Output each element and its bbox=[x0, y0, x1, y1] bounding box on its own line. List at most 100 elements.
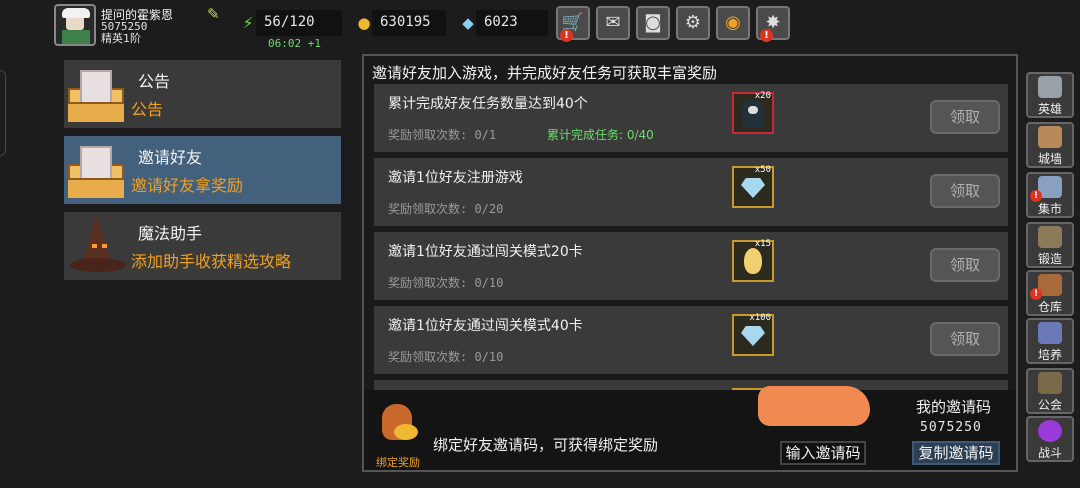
sidebar-item-train[interactable]: 培养 bbox=[1026, 318, 1074, 364]
sidebar-item-forge[interactable]: 锻造 bbox=[1026, 222, 1074, 268]
copy-code-button[interactable]: 复制邀请码 bbox=[912, 441, 1000, 465]
task-row: 邀请1位好友通过闯关模式40卡 奖励领取次数: 0/10 x100 领取 bbox=[374, 306, 1008, 374]
sidebar-item-guild[interactable]: 公会 bbox=[1026, 368, 1074, 414]
lightning-icon: ⚡ bbox=[242, 14, 254, 32]
color-wheel-icon: ◉ bbox=[725, 12, 741, 33]
claim-button[interactable]: 领取 bbox=[930, 248, 1000, 282]
task-claim-count: 奖励领取次数: 0/10 bbox=[388, 276, 504, 290]
skull-icon bbox=[742, 100, 764, 128]
reward-quantity: x100 bbox=[749, 313, 771, 323]
portal-icon bbox=[1038, 420, 1062, 442]
task-progress: 累计完成任务: 0/40 bbox=[547, 128, 654, 142]
sidebar-item-label: 仓库 bbox=[1037, 300, 1062, 314]
sidebar-item-wall[interactable]: 城墙 bbox=[1026, 122, 1074, 168]
coin-icon: ● bbox=[357, 14, 371, 32]
envelope-icon bbox=[68, 66, 126, 122]
reward-quantity: x15 bbox=[754, 239, 771, 249]
menu-item-title: 魔法助手 bbox=[138, 224, 203, 243]
task-description: 累计完成好友任务数量达到40个 bbox=[388, 96, 588, 112]
menu-item-title: 邀请好友 bbox=[138, 148, 203, 167]
anvil-icon bbox=[1038, 226, 1062, 248]
menu-item-subtitle: 添加助手收获精选攻略 bbox=[131, 252, 292, 271]
alert-badge: ! bbox=[560, 29, 573, 42]
sidebar-item-label: 锻造 bbox=[1037, 252, 1062, 266]
reward-item[interactable]: x20 bbox=[732, 91, 774, 134]
menu-item-subtitle: 公告 bbox=[131, 100, 164, 119]
mail-icon: ✉ bbox=[605, 12, 621, 33]
sidebar-item-label: 培养 bbox=[1037, 348, 1062, 362]
helmet-icon bbox=[1038, 76, 1062, 98]
redaction-mark bbox=[758, 386, 870, 426]
player-rank: 精英1阶 bbox=[101, 32, 141, 45]
top-bar: 提问的霍紫恩 5075250 精英1阶 ✎ ⚡ 56/120 06:02 +1 … bbox=[0, 0, 1080, 54]
gamepad-icon: ◙ bbox=[644, 12, 662, 33]
task-description: 邀请1位好友通过闯关模式20卡 bbox=[388, 244, 583, 260]
envelope-icon bbox=[68, 142, 126, 198]
energy-counter: ⚡ 56/120 bbox=[243, 10, 342, 36]
gold-counter: ● 630195 bbox=[357, 10, 446, 36]
sidebar-item-label: 城墙 bbox=[1037, 152, 1062, 166]
sidebar-item-hero[interactable]: 英雄 bbox=[1026, 72, 1074, 118]
bag-label: 绑定奖励 bbox=[376, 456, 420, 469]
wall-icon bbox=[1038, 126, 1062, 148]
mail-button[interactable]: ✉ bbox=[596, 6, 630, 40]
task-claim-count: 奖励领取次数: 0/1 bbox=[388, 128, 497, 142]
avatar[interactable] bbox=[54, 4, 96, 46]
settings-button[interactable]: ⚙ bbox=[676, 6, 710, 40]
diamond-icon bbox=[741, 326, 765, 346]
reward-quantity: x50 bbox=[754, 165, 771, 175]
edit-icon[interactable]: ✎ bbox=[207, 6, 223, 22]
reward-item[interactable]: x15 bbox=[732, 239, 774, 282]
menu-item-subtitle: 邀请好友拿奖励 bbox=[131, 176, 244, 195]
menu-item-announcement[interactable]: 公告 公告 bbox=[64, 60, 341, 128]
guild-icon bbox=[1038, 372, 1062, 394]
menu-item-title: 公告 bbox=[138, 72, 171, 91]
chalice-icon bbox=[1038, 322, 1062, 344]
reward-item[interactable]: x50 bbox=[732, 165, 774, 208]
panel-title: 邀请好友加入游戏，并完成好友任务可获取丰富奖励 bbox=[372, 64, 718, 82]
sidebar-item-battle[interactable]: 战斗 bbox=[1026, 416, 1074, 462]
sidebar-item-label: 战斗 bbox=[1037, 446, 1062, 460]
task-row bbox=[374, 380, 1008, 390]
alert-badge: ! bbox=[760, 29, 773, 42]
task-description: 邀请1位好友通过闯关模式40卡 bbox=[388, 318, 583, 334]
sidebar-item-market[interactable]: ! 集市 bbox=[1026, 172, 1074, 218]
enter-code-button[interactable]: 输入邀请码 bbox=[780, 441, 866, 465]
task-row: 邀请1位好友通过闯关模式20卡 奖励领取次数: 0/10 x15 领取 bbox=[374, 232, 1008, 300]
reward-bag-icon[interactable] bbox=[376, 400, 426, 452]
shop-button[interactable]: 🛒 ! bbox=[556, 6, 590, 42]
bind-description: 绑定好友邀请码，可获得绑定奖励 bbox=[433, 436, 659, 454]
side-handle[interactable] bbox=[0, 70, 6, 156]
my-code-value: 5075250 bbox=[920, 420, 982, 435]
task-claim-count: 奖励领取次数: 0/20 bbox=[388, 202, 504, 216]
sidebar-item-label: 集市 bbox=[1037, 202, 1062, 216]
menu-item-magic-assistant[interactable]: 魔法助手 添加助手收获精选攻略 bbox=[64, 212, 341, 280]
wizard-hat-icon bbox=[68, 214, 128, 278]
claim-button[interactable]: 领取 bbox=[930, 322, 1000, 356]
menu-item-invite-friends[interactable]: 邀请好友 邀请好友拿奖励 bbox=[64, 136, 341, 204]
color-button[interactable]: ◉ bbox=[716, 6, 750, 40]
sidebar-item-label: 英雄 bbox=[1037, 102, 1062, 116]
gem-counter: ◆ 6023 bbox=[462, 10, 548, 36]
sidebar-item-label: 公会 bbox=[1037, 398, 1062, 412]
diamond-icon bbox=[741, 178, 765, 198]
reward-quantity: x20 bbox=[754, 91, 771, 101]
egg-icon bbox=[744, 248, 762, 274]
gear-icon: ⚙ bbox=[684, 12, 702, 33]
task-description: 邀请1位好友注册游戏 bbox=[388, 170, 523, 186]
energy-timer: 06:02 +1 bbox=[268, 37, 321, 50]
reward-item[interactable]: x100 bbox=[732, 313, 774, 356]
gem-value: 6023 bbox=[484, 14, 518, 30]
energy-value: 56/120 bbox=[264, 14, 315, 30]
task-claim-count: 奖励领取次数: 0/10 bbox=[388, 350, 504, 364]
task-list[interactable]: 累计完成好友任务数量达到40个 奖励领取次数: 0/1 累计完成任务: 0/40… bbox=[374, 84, 1008, 390]
sidebar-item-warehouse[interactable]: ! 仓库 bbox=[1026, 270, 1074, 316]
task-row: 累计完成好友任务数量达到40个 奖励领取次数: 0/1 累计完成任务: 0/40… bbox=[374, 84, 1008, 152]
event-button[interactable]: ✸ ! bbox=[756, 6, 790, 42]
gold-value: 630195 bbox=[380, 14, 431, 30]
gamepad-button[interactable]: ◙ bbox=[636, 6, 670, 40]
claim-button[interactable]: 领取 bbox=[930, 100, 1000, 134]
claim-button[interactable]: 领取 bbox=[930, 174, 1000, 208]
task-row: 邀请1位好友注册游戏 奖励领取次数: 0/20 x50 领取 bbox=[374, 158, 1008, 226]
my-code-label: 我的邀请码 bbox=[916, 398, 992, 416]
